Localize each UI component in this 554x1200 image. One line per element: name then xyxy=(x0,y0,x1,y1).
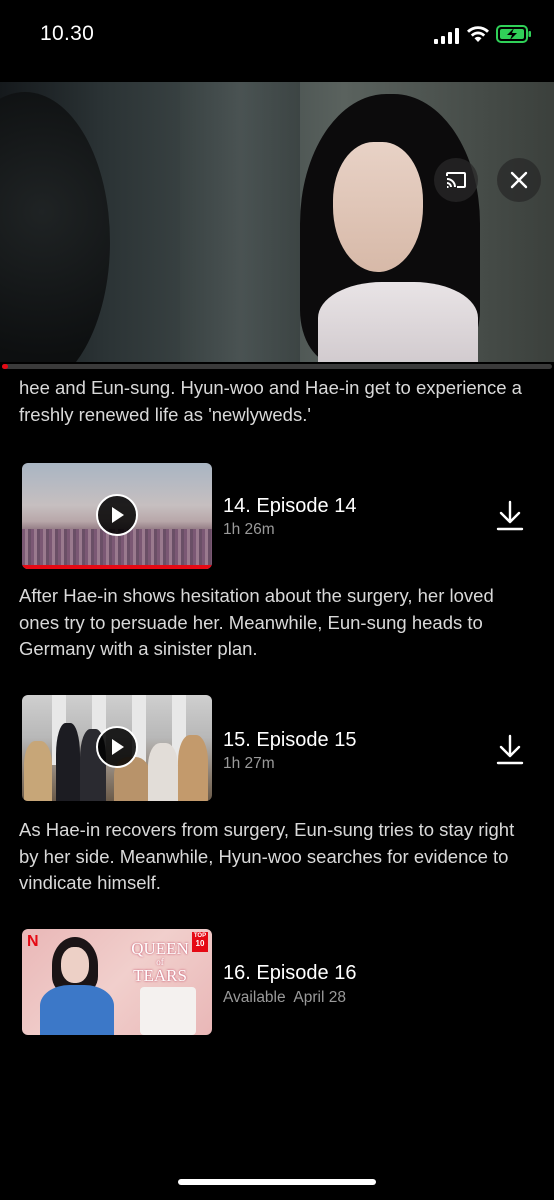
episode-16-thumbnail[interactable]: N TOP 10 QUEEN of TEARS xyxy=(22,929,212,1035)
prev-episode-description: hee and Eun-sung. Hyun-woo and Hae-in ge… xyxy=(19,377,522,425)
cast-icon xyxy=(446,172,466,188)
availability-label: Available xyxy=(223,989,286,1006)
play-button[interactable] xyxy=(96,494,138,536)
video-progress-bar[interactable] xyxy=(2,364,552,369)
download-icon[interactable] xyxy=(496,734,524,766)
poster-chair xyxy=(140,987,196,1035)
episode-14-thumbnail[interactable] xyxy=(22,463,212,569)
episode-14-duration: 1h 26m xyxy=(223,521,275,538)
episode-16-title: 16. Episode 16 xyxy=(223,962,357,984)
episode-15-duration: 1h 27m xyxy=(223,755,275,772)
play-icon xyxy=(112,739,124,755)
episode-14-watched-bar xyxy=(22,565,212,569)
episode-15-title: 15. Episode 15 xyxy=(223,729,357,751)
close-button[interactable] xyxy=(497,158,541,202)
video-player[interactable] xyxy=(0,82,554,362)
close-icon xyxy=(510,171,528,189)
video-background-door xyxy=(180,82,300,362)
cast-button[interactable] xyxy=(434,158,478,202)
episode-16-availability: Available April 28 xyxy=(223,989,346,1007)
download-icon[interactable] xyxy=(496,500,524,532)
video-actress-face xyxy=(333,142,423,272)
home-indicator[interactable] xyxy=(178,1179,376,1185)
play-icon xyxy=(112,507,124,523)
status-time: 10.30 xyxy=(40,22,95,45)
video-progress-fill xyxy=(2,364,8,369)
wifi-icon xyxy=(467,26,489,42)
episode-15-description: As Hae-in recovers from surgery, Eun-sun… xyxy=(19,819,515,893)
status-bar: 10.30 xyxy=(0,0,554,70)
play-button[interactable] xyxy=(96,726,138,768)
episode-14-description: After Hae-in shows hesitation about the … xyxy=(19,585,494,659)
availability-date: April 28 xyxy=(293,989,346,1006)
video-actress-jacket xyxy=(318,282,478,362)
cellular-signal-icon xyxy=(434,28,459,44)
poster-title: QUEEN of TEARS xyxy=(131,939,189,985)
episode-14-title: 14. Episode 14 xyxy=(223,495,357,517)
poster-actress xyxy=(40,937,114,1035)
video-foreground-person xyxy=(0,92,110,362)
netflix-logo: N xyxy=(27,933,39,950)
episode-15-thumbnail[interactable] xyxy=(22,695,212,801)
battery-charging-icon xyxy=(496,25,531,43)
